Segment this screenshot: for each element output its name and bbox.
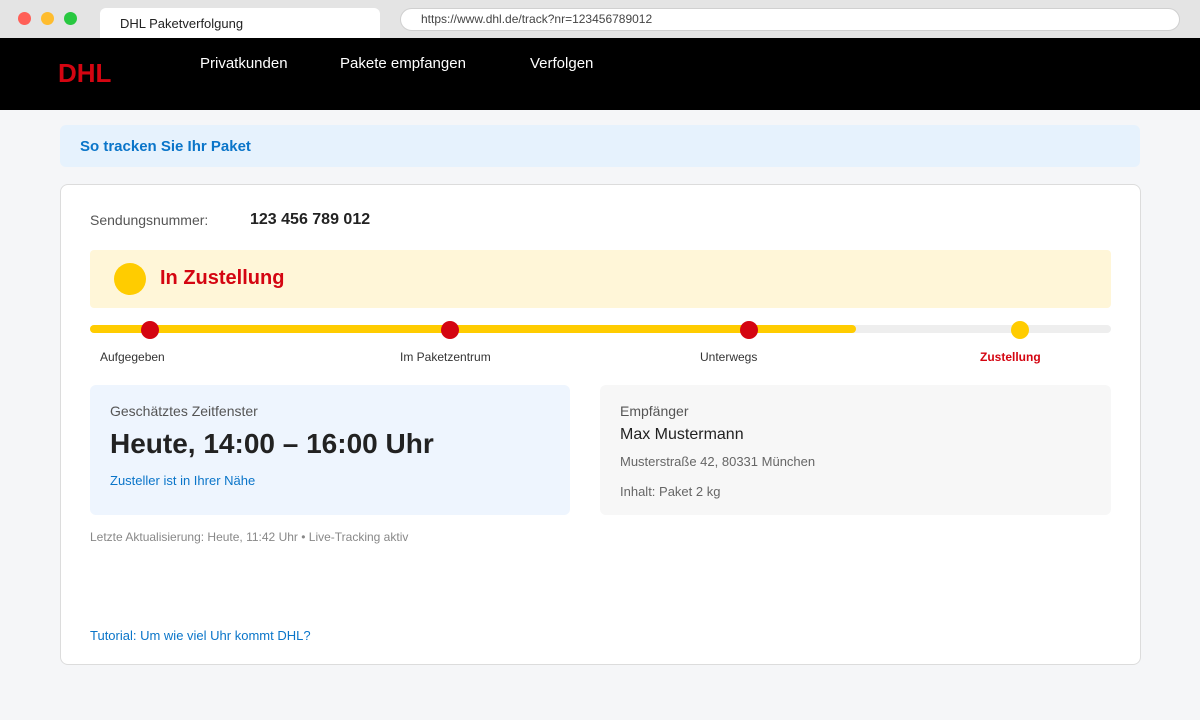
recipient-label: Empfänger (620, 403, 689, 419)
dhl-logo[interactable]: DHL (58, 58, 111, 89)
recipient-address: Musterstraße 42, 80331 München (620, 454, 816, 469)
eta-label: Geschätztes Zeitfenster (110, 403, 258, 419)
status-indicator-icon (114, 263, 146, 295)
tracking-card: Sendungsnummer: 123 456 789 012 In Zuste… (60, 184, 1141, 665)
info-banner: So tracken Sie Ihr Paket (60, 125, 1140, 167)
close-window-button[interactable] (18, 12, 31, 25)
progress-track (90, 325, 1111, 333)
tab-title: DHL Paketverfolgung (120, 16, 244, 31)
eta-time-window: Heute, 14:00 – 16:00 Uhr (110, 428, 434, 459)
eta-panel: Geschätztes Zeitfenster Heute, 14:00 – 1… (90, 385, 570, 515)
last-updated-text: Letzte Aktualisierung: Heute, 11:42 Uhr … (90, 530, 409, 544)
nav-item-verfolgen[interactable]: Verfolgen (530, 55, 593, 72)
address-bar[interactable]: https://www.dhl.de/track?nr=123456789012 (400, 8, 1180, 31)
maximize-window-button[interactable] (64, 12, 77, 25)
step-label-aufgegeben: Aufgegeben (100, 350, 165, 364)
status-text: In Zustellung (160, 267, 285, 289)
nav-item-privatkunden[interactable]: Privatkunden (200, 55, 288, 72)
minimize-window-button[interactable] (41, 12, 54, 25)
shipment-number: 123 456 789 012 (250, 211, 371, 228)
step-dot-unterwegs (740, 321, 758, 339)
step-label-zustellung: Zustellung (980, 350, 1041, 364)
site-header: DHL Privatkunden Pakete empfangen Verfol… (0, 38, 1200, 110)
step-dot-paketzentrum (441, 321, 459, 339)
tracking-help-link[interactable]: So tracken Sie Ihr Paket (80, 138, 251, 155)
shipment-number-label: Sendungsnummer: (90, 212, 209, 228)
tutorial-link[interactable]: Tutorial: Um wie viel Uhr kommt DHL? (90, 628, 311, 643)
step-label-unterwegs: Unterwegs (700, 350, 758, 364)
browser-chrome: DHL Paketverfolgung https://www.dhl.de/t… (0, 0, 1200, 38)
nav-item-pakete-empfangen[interactable]: Pakete empfangen (340, 55, 466, 72)
courier-nearby-link[interactable]: Zusteller ist in Ihrer Nähe (110, 473, 255, 488)
recipient-panel: Empfänger Max Mustermann Musterstraße 42… (600, 385, 1111, 515)
browser-tab[interactable]: DHL Paketverfolgung (100, 8, 380, 38)
step-dot-aufgegeben (141, 321, 159, 339)
status-box: In Zustellung (90, 250, 1111, 308)
step-label-paketzentrum: Im Paketzentrum (400, 350, 491, 364)
url-text: https://www.dhl.de/track?nr=123456789012 (421, 12, 653, 26)
recipient-name: Max Mustermann (620, 426, 744, 443)
step-dot-zustellung (1011, 321, 1029, 339)
package-content: Inhalt: Paket 2 kg (620, 484, 721, 499)
